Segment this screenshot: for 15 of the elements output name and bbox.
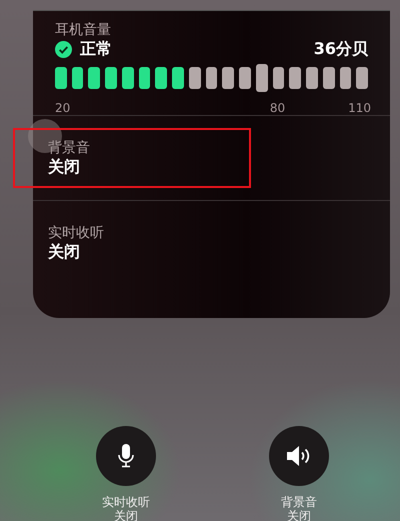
- status-text: 正常: [80, 39, 112, 59]
- scale-label: 110: [348, 100, 371, 117]
- setting-label: 背景音: [48, 140, 91, 157]
- scale-label: 20: [55, 100, 70, 117]
- setting-label: 实时收听: [48, 225, 105, 242]
- decibel-reading: 36分贝: [314, 39, 368, 59]
- speaker-icon: [286, 446, 312, 466]
- setting-value: 关闭: [48, 157, 81, 177]
- touch-indicator: [28, 119, 62, 153]
- control-label: 实时收听: [102, 495, 150, 509]
- setting-value: 关闭: [48, 242, 81, 262]
- microphone-icon: [118, 444, 134, 468]
- scale-label: 80: [270, 100, 286, 117]
- section-title: 耳机音量: [55, 22, 112, 39]
- control-label: 背景音: [281, 495, 317, 509]
